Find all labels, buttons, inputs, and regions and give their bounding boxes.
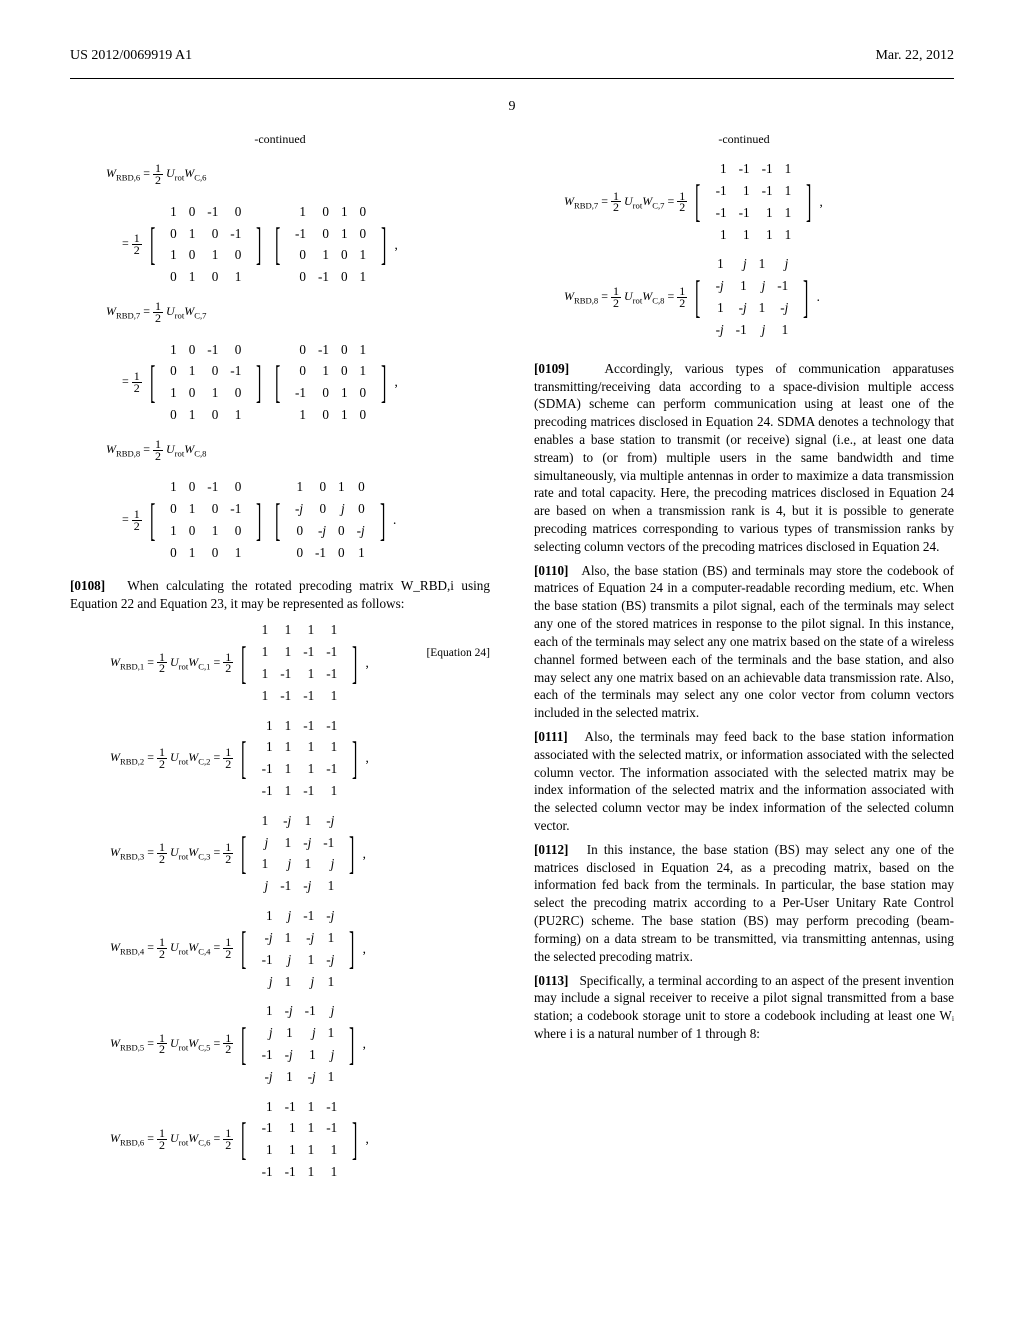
equation-wrbd6: WRBD,6 = 12 UrotWC,6 = 12 [ 10-10010-110… [88, 157, 490, 295]
para-number: [0111] [534, 729, 568, 744]
page: US 2012/0069919 A1 Mar. 22, 2012 9 -cont… [0, 0, 1024, 1320]
para-number: [0109] [534, 361, 569, 376]
equation-24-block: [Equation 24] WRBD,1 = 12 UrotWC,1 = 12 … [70, 618, 490, 1184]
para-text: Also, the base station (BS) and terminal… [534, 563, 954, 721]
para-text: Specifically, a terminal according to an… [534, 973, 954, 1041]
equation-wrbd8-result: WRBD,8 = 12 UrotWC,8 = 12 [ 1j1j-j1j-11-… [564, 252, 954, 341]
para-number: [0112] [534, 842, 568, 857]
equation-wrbd6-result: WRBD,6 = 12 UrotWC,6 = 12 [ 1-11-1-111-1… [110, 1095, 490, 1184]
para-number: [0110] [534, 563, 568, 578]
paragraph-0111: [0111] Also, the terminals may feed back… [534, 728, 954, 835]
equation-wrbd1-result: WRBD,1 = 12 UrotWC,1 = 12 [ 111111-1-11-… [110, 618, 490, 707]
equation-tag: [Equation 24] [426, 647, 490, 663]
equation-wrbd7: WRBD,7 = 12 UrotWC,7 = 12 [ 10-10010-110… [88, 295, 490, 433]
equation-wrbd8: WRBD,8 = 12 UrotWC,8 = 12 [ 10-10010-110… [88, 433, 490, 571]
publication-date: Mar. 22, 2012 [875, 48, 954, 64]
page-header: US 2012/0069919 A1 Mar. 22, 2012 [70, 48, 954, 64]
para-number: [0113] [534, 973, 568, 988]
paragraph-0112: [0112] In this instance, the base statio… [534, 841, 954, 966]
equation-wrbd4-result: WRBD,4 = 12 UrotWC,4 = 12 [ 1j-1-j-j1-j1… [110, 904, 490, 993]
page-number: 9 [70, 99, 954, 115]
para-text: Also, the terminals may feed back to the… [534, 729, 954, 833]
paragraph-0109: [0109] Accordingly, various types of com… [534, 360, 954, 556]
header-rule [70, 78, 954, 79]
two-column-layout: -continued WRBD,6 = 12 UrotWC,6 = 12 [ 1… [70, 121, 954, 1190]
left-column: -continued WRBD,6 = 12 UrotWC,6 = 12 [ 1… [70, 121, 490, 1190]
equation-wrbd5-result: WRBD,5 = 12 UrotWC,5 = 12 [ 1-j-1jj1j1-1… [110, 999, 490, 1088]
publication-number: US 2012/0069919 A1 [70, 48, 192, 64]
para-number: [0108] [70, 578, 105, 593]
paragraph-0108: [0108] When calculating the rotated prec… [70, 577, 490, 613]
continued-label: -continued [534, 131, 954, 147]
para-text: In this instance, the base station (BS) … [534, 842, 954, 964]
equation-wrbd2-result: WRBD,2 = 12 UrotWC,2 = 12 [ 11-1-11111-1… [110, 714, 490, 803]
equation-wrbd3-result: WRBD,3 = 12 UrotWC,3 = 12 [ 1-j1-jj1-j-1… [110, 809, 490, 898]
right-column: -continued WRBD,7 = 12 UrotWC,7 = 12 [ 1… [534, 121, 954, 1190]
continued-label: -continued [70, 131, 490, 147]
paragraph-0110: [0110] Also, the base station (BS) and t… [534, 562, 954, 722]
equation-wrbd7-result: WRBD,7 = 12 UrotWC,7 = 12 [ 1-1-11-11-11… [564, 157, 954, 246]
para-text: Accordingly, various types of communicat… [534, 361, 954, 554]
para-text: When calculating the rotated precoding m… [70, 578, 490, 611]
paragraph-0113: [0113] Specifically, a terminal accordin… [534, 972, 954, 1043]
